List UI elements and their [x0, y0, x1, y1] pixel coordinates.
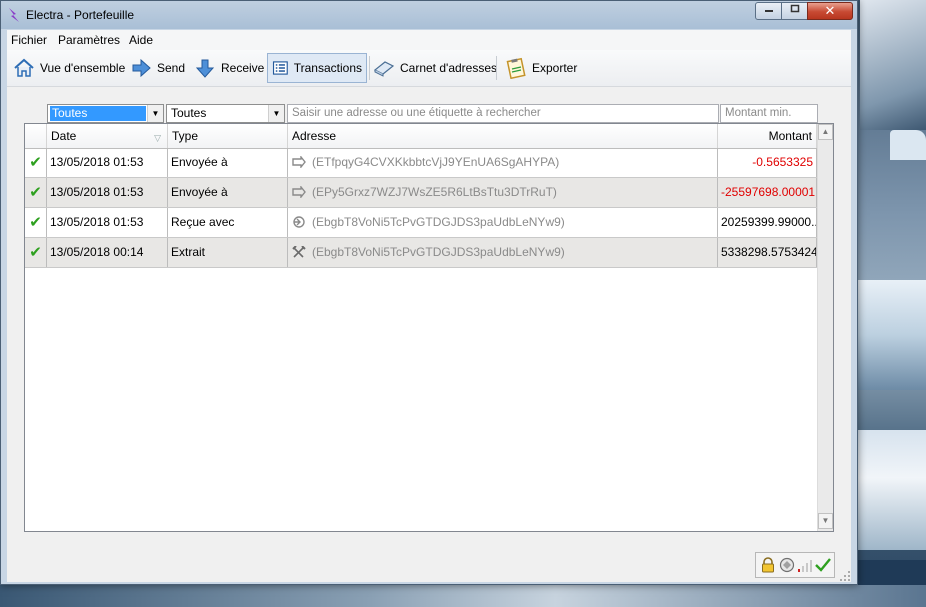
- send-button[interactable]: Send: [126, 53, 189, 83]
- electra-logo-icon: [9, 8, 19, 22]
- transactions-button[interactable]: Transactions: [267, 53, 367, 83]
- confirmed-check-icon: ✔: [25, 148, 47, 177]
- date-cell: 13/05/2018 00:14: [47, 238, 168, 267]
- amount-cell: -0.5653325: [718, 148, 817, 177]
- toolbar-separator: [496, 56, 497, 80]
- amount-cell: 5338298.57534246: [718, 238, 817, 267]
- transactions-table: Date ▽ Type Adresse Montant ✔ 13/05/2018 …: [24, 123, 834, 532]
- status-column-header[interactable]: [25, 124, 47, 148]
- table-row[interactable]: ✔ 13/05/2018 01:53 Envoyée à (EPy5Grxz7WZJ7…: [25, 178, 817, 208]
- date-cell: 13/05/2018 01:53: [47, 208, 168, 237]
- amount-cell: -25597698.00001: [718, 178, 817, 207]
- background-iceberg: [858, 280, 926, 390]
- transactions-label: Transactions: [293, 61, 362, 75]
- date-filter-value: Toutes: [50, 106, 146, 121]
- status-bar: [7, 550, 851, 582]
- type-cell: Extrait: [168, 238, 288, 267]
- menu-settings[interactable]: Paramètres: [58, 33, 120, 47]
- title-bar[interactable]: Electra - Portefeuille ✕: [1, 1, 857, 29]
- background-iceberg: [858, 430, 926, 550]
- send-label: Send: [157, 61, 186, 75]
- search-input[interactable]: Saisir une adresse ou une étiquette à re…: [287, 104, 719, 123]
- chevron-down-icon[interactable]: ▼: [268, 105, 284, 122]
- transactions-list-icon: [272, 61, 288, 75]
- menu-bar: Fichier Paramètres Aide: [7, 30, 851, 50]
- send-arrow-icon: [292, 186, 306, 198]
- background-iceberg: [890, 130, 926, 160]
- date-column-header[interactable]: Date ▽: [47, 124, 168, 148]
- receive-arrow-icon: [293, 216, 305, 228]
- wallet-window: Electra - Portefeuille ✕ Fichier Paramèt…: [0, 0, 858, 585]
- type-cell: Envoyée à: [168, 178, 288, 207]
- export-label: Exporter: [532, 61, 578, 75]
- type-column-header[interactable]: Type: [168, 124, 288, 148]
- date-cell: 13/05/2018 01:53: [47, 178, 168, 207]
- lock-icon[interactable]: [760, 557, 776, 573]
- address-column-header[interactable]: Adresse: [288, 124, 718, 148]
- export-button[interactable]: Exporter: [501, 53, 581, 83]
- send-arrow-icon: [292, 156, 306, 168]
- addressbook-button[interactable]: Carnet d'adresses: [369, 53, 501, 83]
- client-area: Fichier Paramètres Aide Vue d'ensemble S…: [7, 30, 851, 582]
- confirmed-check-icon: ✔: [25, 208, 47, 237]
- type-filter-select[interactable]: Toutes ▼: [166, 104, 285, 123]
- chevron-down-icon[interactable]: ▼: [147, 105, 163, 122]
- confirmed-check-icon: ✔: [25, 178, 47, 207]
- date-cell: 13/05/2018 01:53: [47, 148, 168, 177]
- export-clipboard-icon: [506, 57, 526, 79]
- min-amount-input[interactable]: Montant min.: [720, 104, 818, 123]
- address-text: (ETfpqyG4CVXKkbbtcVjJ9YEnUA6SgAHYPA): [312, 155, 560, 169]
- signal-bars-icon[interactable]: [797, 557, 813, 573]
- background-strip: [0, 585, 926, 607]
- mining-tools-icon: [292, 246, 306, 258]
- scroll-down-icon[interactable]: ▼: [818, 513, 833, 529]
- staking-icon[interactable]: [779, 557, 795, 573]
- receive-arrow-icon: [195, 59, 215, 78]
- background-sky: [860, 0, 926, 130]
- receive-label: Receive: [221, 61, 265, 75]
- menu-file[interactable]: Fichier: [11, 33, 47, 47]
- type-cell: Envoyée à: [168, 148, 288, 177]
- status-icons: [755, 552, 835, 578]
- window-title: Electra - Portefeuille: [26, 8, 135, 22]
- address-cell: (EbgbT8VoNi5TcPvGTDGJDS3paUdbLeNYw9): [288, 238, 718, 267]
- address-text: (EbgbT8VoNi5TcPvGTDGJDS3paUdbLeNYw9): [312, 215, 565, 229]
- synced-check-icon[interactable]: [815, 557, 831, 573]
- amount-cell: 20259399.99000...: [718, 208, 817, 237]
- minimize-button[interactable]: [755, 2, 782, 20]
- address-cell: (ETfpqyG4CVXKkbbtcVjJ9YEnUA6SgAHYPA): [288, 148, 718, 177]
- receive-button[interactable]: Receive: [190, 53, 268, 83]
- table-row[interactable]: ✔ 13/05/2018 01:53 Envoyée à (ETfpqyG4CVXKk…: [25, 148, 817, 178]
- type-filter-value: Toutes: [171, 106, 207, 120]
- address-cell: (EPy5Grxz7WZJ7WsZE5R6LtBsTtu3DTrRuT): [288, 178, 718, 207]
- date-filter-select[interactable]: Toutes ▼: [47, 104, 164, 123]
- toolbar: Vue d'ensemble Send Receive Transactions…: [7, 50, 851, 87]
- type-cell: Reçue avec: [168, 208, 288, 237]
- maximize-icon: [790, 4, 799, 13]
- amount-column-header[interactable]: Montant: [718, 124, 817, 148]
- table-row[interactable]: ✔ 13/05/2018 00:14 Extrait (EbgbT8VoNi5TcPv…: [25, 238, 817, 268]
- address-book-icon: [373, 61, 395, 77]
- address-cell: (EbgbT8VoNi5TcPvGTDGJDS3paUdbLeNYw9): [288, 208, 718, 237]
- menu-help[interactable]: Aide: [129, 33, 153, 47]
- address-text: (EPy5Grxz7WZJ7WsZE5R6LtBsTtu3DTrRuT): [312, 185, 557, 199]
- scroll-up-icon[interactable]: ▲: [818, 124, 833, 140]
- vertical-scrollbar[interactable]: ▲ ▼: [817, 124, 833, 531]
- overview-label: Vue d'ensemble: [40, 61, 126, 75]
- resize-grip-icon[interactable]: [839, 570, 851, 582]
- address-text: (EbgbT8VoNi5TcPvGTDGJDS3paUdbLeNYw9): [312, 245, 565, 259]
- close-button[interactable]: ✕: [807, 2, 853, 20]
- minimize-icon: [764, 10, 773, 12]
- send-arrow-icon: [132, 58, 151, 78]
- confirmed-check-icon: ✔: [25, 238, 47, 267]
- table-header: Date ▽ Type Adresse Montant: [25, 124, 817, 149]
- table-row[interactable]: ✔ 13/05/2018 01:53 Reçue avec (EbgbT8VoNi5T…: [25, 208, 817, 238]
- overview-button[interactable]: Vue d'ensemble: [9, 53, 129, 83]
- close-icon: ✕: [824, 3, 836, 18]
- home-icon: [14, 58, 34, 77]
- addressbook-label: Carnet d'adresses: [400, 61, 498, 75]
- maximize-button[interactable]: [781, 2, 808, 20]
- sort-descending-icon: ▽: [154, 133, 161, 143]
